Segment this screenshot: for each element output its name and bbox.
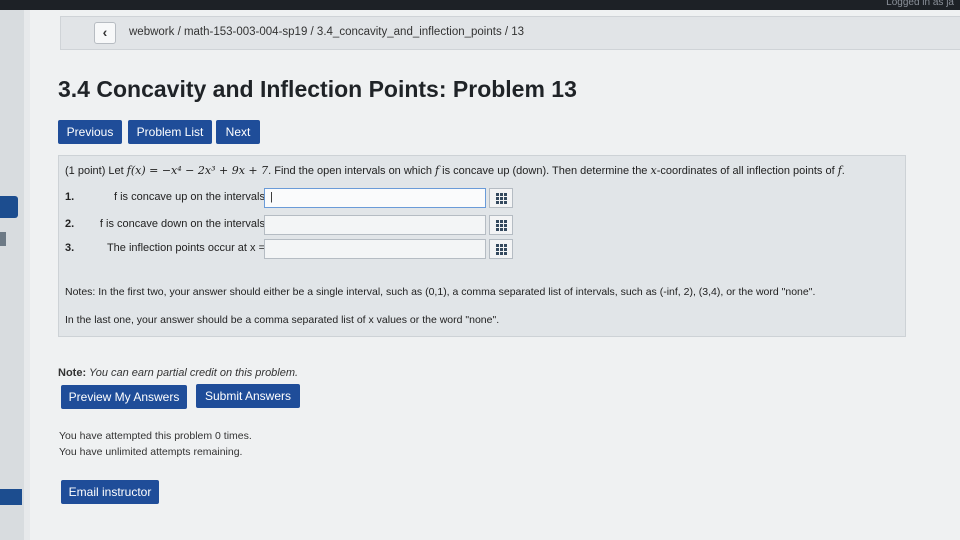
- question-2: 2. f is concave down on the intervals: [65, 218, 265, 230]
- matrix-entry-icon[interactable]: [489, 239, 513, 259]
- top-bar: Logged in as ja: [0, 0, 960, 10]
- previous-button[interactable]: Previous: [58, 120, 122, 144]
- back-button[interactable]: ‹: [94, 22, 116, 44]
- answer-input-2[interactable]: [264, 215, 486, 235]
- breadcrumb-bar: ‹ webwork / math-153-003-004-sp19 / 3.4_…: [60, 16, 960, 50]
- sidebar-button[interactable]: [0, 489, 22, 505]
- email-instructor-button[interactable]: Email instructor: [61, 480, 159, 504]
- next-button[interactable]: Next: [216, 120, 260, 144]
- question-3-label: The inflection points occur at x =: [106, 242, 265, 254]
- breadcrumb: webwork / math-153-003-004-sp19 / 3.4_co…: [129, 26, 525, 38]
- notes-last-text: In the last one, your answer should be a…: [65, 314, 500, 326]
- login-status: Logged in as ja: [886, 0, 954, 8]
- question-1-label: f is concave up on the intervals: [113, 191, 265, 203]
- question-3: 3. The inflection points occur at x =: [65, 242, 265, 254]
- problem-list-button[interactable]: Problem List: [128, 120, 212, 144]
- attempts-count: You have attempted this problem 0 times.: [59, 430, 252, 442]
- main-content: ‹ webwork / math-153-003-004-sp19 / 3.4_…: [30, 10, 960, 540]
- question-1: 1. f is concave up on the intervals: [65, 191, 265, 203]
- partial-credit-note: Note: You can earn partial credit on thi…: [58, 367, 299, 379]
- sidebar-handle[interactable]: [0, 232, 6, 246]
- question-2-label: f is concave down on the intervals: [99, 218, 265, 230]
- function-formula: f(x) = −x⁴ − 2x³ + 9x + 7: [126, 164, 269, 177]
- matrix-entry-icon[interactable]: [489, 188, 513, 208]
- sidebar-button[interactable]: [0, 196, 18, 218]
- answer-input-1[interactable]: |: [264, 188, 486, 208]
- answer-input-3[interactable]: [264, 239, 486, 259]
- attempts-remaining: You have unlimited attempts remaining.: [59, 446, 243, 458]
- submit-answers-button[interactable]: Submit Answers: [196, 384, 300, 408]
- notes-text: Notes: In the first two, your answer sho…: [65, 286, 816, 298]
- page-title: 3.4 Concavity and Inflection Points: Pro…: [58, 76, 577, 102]
- problem-statement: (1 point) Let f(x) = −x⁴ − 2x³ + 9x + 7.…: [65, 164, 845, 177]
- left-sidebar: [0, 10, 24, 540]
- matrix-entry-icon[interactable]: [489, 215, 513, 235]
- problem-box: (1 point) Let f(x) = −x⁴ − 2x³ + 9x + 7.…: [58, 155, 906, 337]
- preview-answers-button[interactable]: Preview My Answers: [61, 385, 187, 409]
